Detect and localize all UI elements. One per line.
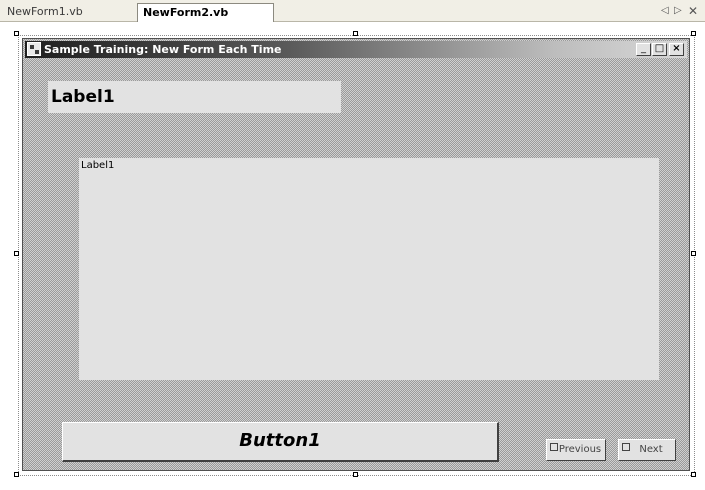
control-glyph-icon <box>550 443 558 451</box>
previous-button-label: Previous <box>558 444 602 455</box>
label1-heading-control[interactable]: Label1 <box>48 81 341 113</box>
control-glyph-icon <box>622 443 630 451</box>
resize-grip-bottom-middle[interactable] <box>353 472 358 477</box>
resize-grip-bottom-right[interactable] <box>691 472 696 477</box>
design-form[interactable]: Sample Training: New Form Each Time _ □ … <box>22 38 690 471</box>
previous-button[interactable]: Previous <box>546 439 606 461</box>
close-button: × <box>669 43 684 56</box>
form-title-bar: Sample Training: New Form Each Time _ □ … <box>25 41 687 58</box>
button1-control[interactable]: Button1 <box>62 422 499 462</box>
next-button[interactable]: Next <box>618 439 676 461</box>
next-button-label: Next <box>639 444 663 455</box>
close-document-icon[interactable]: ✕ <box>688 3 698 19</box>
tab-newform2-design[interactable]: NewForm2.vb [Design] <box>137 3 274 37</box>
label1-panel-text: Label1 <box>81 160 115 171</box>
minimize-button: _ <box>636 43 651 56</box>
tab-newform1-design[interactable]: NewForm1.vb [Design] <box>2 3 135 36</box>
resize-grip-top-right[interactable] <box>691 31 696 36</box>
document-tab-strip: NewForm1.vb [Design] NewForm2.vb [Design… <box>0 0 705 37</box>
form-title: Sample Training: New Form Each Time <box>44 43 282 56</box>
label1-panel-control[interactable]: Label1 <box>79 158 659 380</box>
resize-grip-top-left <box>14 31 19 36</box>
scroll-tabs-right-icon[interactable]: ▷ <box>674 3 682 19</box>
resize-grip-middle-left <box>14 251 19 256</box>
scroll-tabs-left-icon[interactable]: ◁ <box>661 3 669 19</box>
maximize-button: □ <box>652 43 667 56</box>
resize-grip-bottom-left <box>14 472 19 477</box>
form-icon <box>27 42 41 56</box>
resize-grip-top-middle <box>353 31 358 36</box>
resize-grip-middle-right[interactable] <box>691 251 696 256</box>
